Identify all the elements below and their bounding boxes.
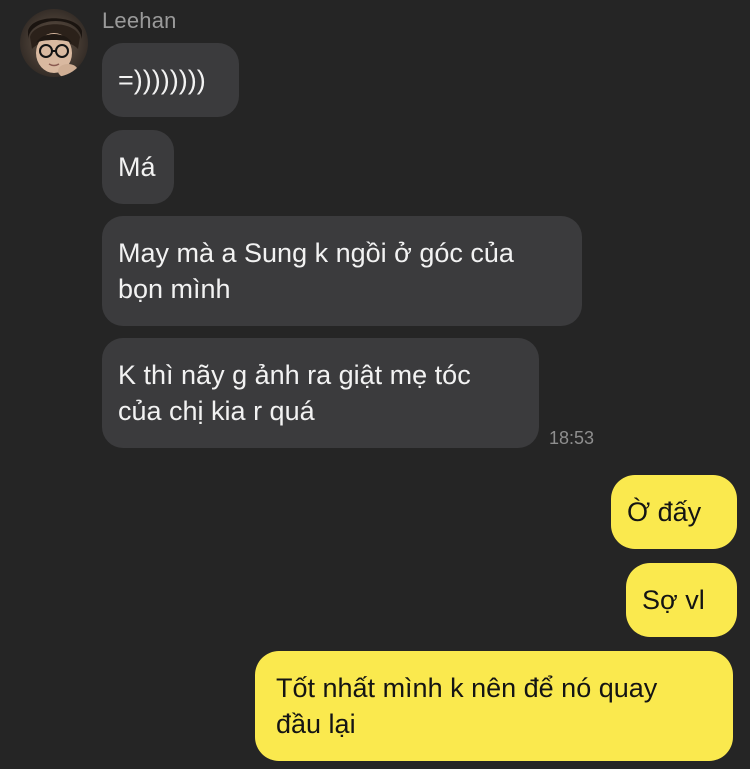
sender-name: Leehan — [102, 8, 177, 33]
message-text: Tốt nhất mình k nên để nó quay đầu lại — [276, 673, 658, 739]
outgoing-message[interactable]: Ờ đấy — [611, 475, 737, 549]
message-text: K thì nãy g ảnh ra giật mẹ tóc của chị k… — [118, 360, 471, 426]
message-text: Sợ vl — [642, 585, 705, 615]
message-text: Má — [118, 152, 156, 182]
incoming-message[interactable]: May mà a Sung k ngồi ở góc của bọn mình — [102, 216, 582, 326]
chat-screen: Leehan =)))))))) Má May mà a Sung k ngồi… — [0, 0, 750, 769]
avatar[interactable] — [20, 9, 88, 77]
message-text: May mà a Sung k ngồi ở góc của bọn mình — [118, 238, 514, 304]
message-text: Ờ đấy — [627, 497, 702, 527]
avatar-photo-icon — [20, 9, 88, 77]
incoming-message[interactable]: =)))))))) — [102, 43, 239, 117]
incoming-message[interactable]: K thì nãy g ảnh ra giật mẹ tóc của chị k… — [102, 338, 539, 448]
incoming-message[interactable]: Má — [102, 130, 174, 204]
outgoing-message[interactable]: Sợ vl — [626, 563, 737, 637]
message-timestamp: 18:53 — [549, 428, 595, 448]
outgoing-message[interactable]: Tốt nhất mình k nên để nó quay đầu lại — [255, 651, 733, 761]
message-text: =)))))))) — [118, 65, 206, 95]
